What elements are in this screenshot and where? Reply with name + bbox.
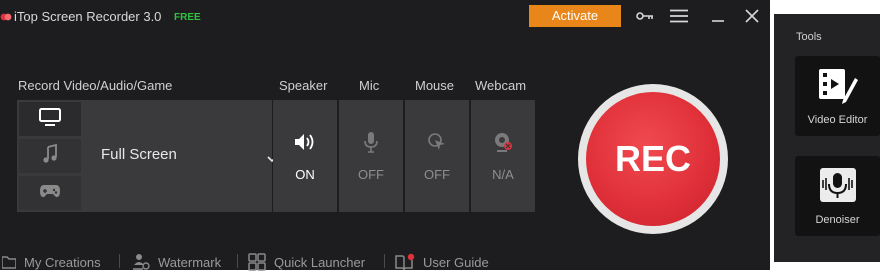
webcam-state: N/A [492, 167, 514, 182]
tools-title: Tools [796, 31, 822, 43]
webcam-icon [471, 130, 535, 154]
mic-toggle[interactable]: OFF [339, 100, 403, 212]
mouse-label: Mouse [415, 78, 455, 93]
user-guide-label: User Guide [423, 254, 489, 270]
free-badge: FREE [174, 12, 201, 23]
webcam-toggle[interactable]: N/A [471, 100, 535, 212]
mouse-toggle[interactable]: OFF [405, 100, 469, 212]
divider [237, 254, 238, 268]
speaker-state: ON [295, 167, 315, 182]
title-bar: iTop Screen Recorder 3.0 FREE Activate [0, 0, 770, 34]
video-editor-label: Video Editor [807, 114, 868, 126]
activate-button[interactable]: Activate [529, 5, 621, 27]
video-editor-button[interactable]: Video Editor [795, 56, 880, 136]
book-icon [395, 253, 415, 271]
main-window: iTop Screen Recorder 3.0 FREE Activate R… [0, 0, 770, 272]
divider [384, 254, 385, 268]
denoiser-button[interactable]: Denoiser [795, 156, 880, 236]
grid-icon [248, 253, 266, 271]
mouse-click-icon [405, 130, 469, 154]
folder-icon [2, 255, 16, 269]
app-logo-icon [0, 10, 12, 22]
music-note-icon [42, 143, 58, 169]
watermark-link[interactable]: Watermark [132, 252, 221, 272]
monitor-icon [39, 107, 61, 131]
close-icon[interactable] [742, 6, 762, 26]
game-mode-button[interactable] [19, 176, 81, 210]
minimize-icon[interactable] [708, 6, 728, 26]
my-creations-label: My Creations [24, 254, 101, 270]
webcam-label: Webcam [475, 78, 527, 93]
menu-icon[interactable] [668, 6, 690, 26]
screen-mode-button[interactable] [19, 102, 81, 136]
speaker-icon [273, 130, 337, 154]
watermark-icon [132, 253, 150, 271]
record-mode-panel: Full Screen [17, 100, 277, 212]
denoiser-icon [795, 166, 880, 206]
speaker-toggle[interactable]: ON [273, 100, 337, 212]
mic-label: Mic [359, 78, 380, 93]
my-creations-link[interactable]: My Creations [2, 252, 101, 272]
gamepad-icon [39, 183, 61, 204]
video-editor-icon [795, 66, 880, 106]
app-title: iTop Screen Recorder 3.0 [14, 9, 162, 24]
mic-state: OFF [358, 167, 384, 182]
recording-area-select[interactable]: Full Screen [101, 146, 271, 166]
speaker-label: Speaker [279, 78, 328, 93]
key-icon[interactable] [634, 6, 656, 26]
audio-mode-button[interactable] [19, 139, 81, 173]
divider [119, 254, 120, 268]
mouse-state: OFF [424, 167, 450, 182]
watermark-label: Watermark [158, 254, 222, 270]
quick-launcher-link[interactable]: Quick Launcher [248, 252, 365, 272]
denoiser-label: Denoiser [815, 214, 860, 226]
rec-button[interactable]: REC [586, 92, 720, 226]
microphone-icon [339, 130, 403, 154]
quick-launcher-label: Quick Launcher [274, 254, 366, 270]
record-section-label: Record Video/Audio/Game [18, 78, 173, 93]
user-guide-link[interactable]: User Guide [395, 252, 489, 272]
